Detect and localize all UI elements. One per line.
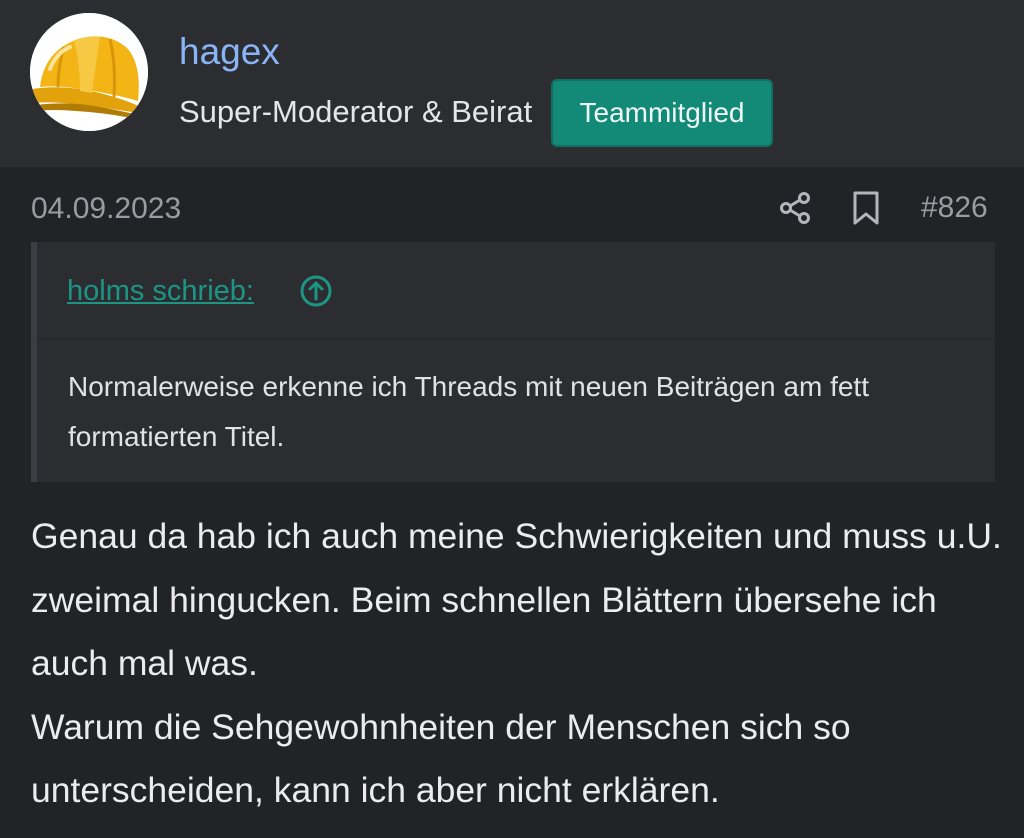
- post-paragraph: Genau da hab ich auch meine Schwierigkei…: [31, 516, 1002, 683]
- quote-block: holms schrieb: Normalerweise erkenne ich…: [31, 242, 995, 482]
- arrow-up-circle-icon[interactable]: [299, 274, 333, 308]
- post-body: Genau da hab ich auch meine Schwierigkei…: [31, 505, 1006, 823]
- quote-author-link[interactable]: holms schrieb:: [67, 272, 254, 310]
- post-number[interactable]: #826: [921, 188, 988, 228]
- avatar[interactable]: [30, 13, 148, 131]
- post-date[interactable]: 04.09.2023: [31, 189, 181, 229]
- forum-post: hagex Super-Moderator & Beirat Teammitgl…: [0, 0, 1024, 838]
- quote-header: holms schrieb:: [37, 242, 995, 338]
- user-header: hagex Super-Moderator & Beirat Teammitgl…: [0, 0, 1024, 167]
- username[interactable]: hagex: [179, 30, 280, 74]
- team-badge: Teammitglied: [551, 79, 773, 147]
- quote-divider: [37, 338, 995, 340]
- user-title: Super-Moderator & Beirat: [179, 94, 533, 129]
- post-paragraph: Warum die Sehgewohnheiten der Menschen s…: [31, 706, 851, 811]
- bookmark-icon[interactable]: [849, 190, 883, 226]
- hard-hat-icon: [30, 13, 148, 131]
- share-icon[interactable]: [778, 190, 814, 226]
- quote-text: Normalerweise erkenne ich Threads mit ne…: [68, 371, 869, 452]
